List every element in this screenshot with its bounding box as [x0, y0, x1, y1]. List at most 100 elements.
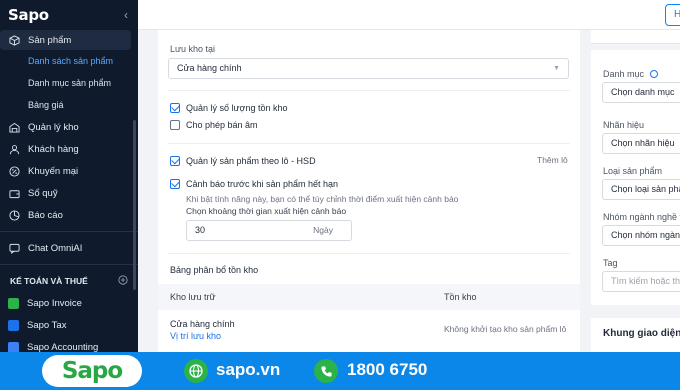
allow-negative-option[interactable]: Cho phép bán âm [170, 120, 258, 130]
sidebar-subitem-product-categories[interactable]: Danh mục sản phẩm [0, 72, 138, 94]
expiry-days-input[interactable]: 30 Ngày [186, 220, 352, 241]
add-lot-link[interactable]: Thêm lô [537, 155, 568, 165]
user-icon [8, 143, 20, 155]
sidebar-item-label: Sapo Accounting [27, 341, 99, 353]
sidebar-item-label: Khuyến mại [28, 165, 79, 177]
sidebar-subitem-price-list[interactable]: Bảng giá [0, 94, 138, 116]
sidebar-item-label: Khách hàng [28, 143, 79, 155]
store-label: Lưu kho tại [170, 44, 216, 54]
tag-label: Tag [603, 258, 618, 268]
frame-card-title: Khung giao diện [603, 328, 680, 339]
days-unit-suffix: Ngày [313, 225, 333, 235]
product-type-label: Loại sản phẩm [603, 166, 663, 176]
sidebar-subitem-product-list[interactable]: Danh sách sản phẩm [0, 50, 138, 72]
sidebar-item-label: Sapo Invoice [27, 297, 82, 309]
website-text: sapo.vn [216, 360, 281, 379]
divider [168, 143, 570, 144]
discount-icon [8, 165, 20, 177]
top-bar [138, 0, 680, 30]
sidebar-item-cashbook[interactable]: Sổ quỹ [0, 182, 138, 204]
chat-icon [8, 242, 20, 254]
column-header-location: Kho lưu trữ [170, 292, 216, 302]
divider [168, 253, 570, 254]
brand-select[interactable]: Chọn nhãn hiệu [602, 133, 680, 154]
category-select[interactable]: Chọn danh mục [602, 82, 680, 103]
expiry-period-label: Chọn khoảng thời gian xuất hiện cảnh báo [186, 206, 347, 216]
sidebar-item-reports[interactable]: Báo cáo [0, 204, 138, 226]
sidebar-divider [0, 264, 138, 265]
sidebar-item-label: Chat OmniAI [28, 242, 83, 254]
sidebar-app-sapo-tax[interactable]: Sapo Tax [0, 314, 138, 336]
hotline-text: 1800 6750 [347, 360, 428, 379]
collapse-sidebar-icon[interactable]: ‹ [124, 8, 128, 22]
expiry-warning-label: Cảnh báo trước khi sản phẩm hết hạn [186, 179, 339, 189]
expiry-warning-checkbox[interactable] [170, 179, 180, 189]
manage-lot-label: Quản lý sản phẩm theo lô - HSD [186, 156, 316, 166]
manage-lot-checkbox[interactable] [170, 156, 180, 166]
top-action-button[interactable]: H [665, 4, 680, 26]
storage-location-link[interactable]: Vị trí lưu kho [170, 331, 221, 341]
add-app-icon[interactable] [118, 275, 128, 287]
category-label: Danh mục [603, 69, 658, 79]
manage-lot-option[interactable]: Quản lý sản phẩm theo lô - HSD [170, 156, 316, 166]
brand-label: Nhãn hiệu [603, 120, 645, 130]
tax-app-icon [8, 319, 19, 331]
frame-card: Khung giao diện [591, 318, 680, 352]
sapo-logo: Sapo [8, 6, 49, 24]
sidebar-item-label: Sản phẩm [28, 34, 72, 46]
sidebar-item-label: Báo cáo [28, 209, 63, 221]
sidebar-header: Sapo ‹ [0, 0, 138, 30]
manage-stock-option[interactable]: Quản lý số lượng tồn kho [170, 103, 287, 113]
allow-negative-label: Cho phép bán âm [186, 120, 258, 130]
sidebar: Sapo ‹ Sản phẩm Danh sách sản phẩm Danh … [0, 0, 138, 353]
industry-label: Nhóm ngành nghề t [603, 212, 680, 222]
warehouse-icon [8, 121, 20, 133]
divider [168, 90, 570, 91]
sidebar-item-promotions[interactable]: Khuyến mại [0, 160, 138, 182]
category-label-text: Danh mục [603, 69, 645, 79]
sidebar-item-label: Sapo Tax [27, 319, 67, 331]
allow-negative-checkbox[interactable] [170, 120, 180, 130]
row-location-name: Cửa hàng chính [170, 319, 235, 329]
report-chart-icon [8, 209, 20, 221]
tag-search-input[interactable]: Tìm kiếm hoặc th [602, 271, 680, 292]
expiry-days-value: 30 [195, 225, 206, 235]
distribution-table-title: Bảng phân bổ tồn kho [170, 265, 259, 275]
sidebar-divider [0, 231, 138, 232]
expiry-warning-option[interactable]: Cảnh báo trước khi sản phẩm hết hạn [170, 179, 338, 189]
info-icon[interactable] [649, 70, 658, 78]
manage-stock-checkbox[interactable] [170, 103, 180, 113]
expiry-hint-text: Khi bật tính năng này, bạn có thể tùy ch… [186, 194, 459, 204]
sidebar-item-label: Sổ quỹ [28, 187, 58, 199]
store-select-value: Cửa hàng chính [177, 63, 242, 73]
sidebar-item-inventory[interactable]: Quản lý kho [0, 116, 138, 138]
industry-select[interactable]: Chọn nhóm ngành [602, 225, 680, 246]
sidebar-item-customers[interactable]: Khách hàng [0, 138, 138, 160]
invoice-app-icon [8, 297, 19, 309]
inventory-settings-card: Lưu kho tại Cửa hàng chính ▼ Quản lý số … [158, 30, 580, 352]
box-icon [8, 34, 20, 46]
sidebar-item-chat-omniai[interactable]: Chat OmniAI [0, 237, 138, 259]
sidebar-item-label: Quản lý kho [28, 121, 79, 133]
accounting-app-icon [8, 341, 19, 353]
globe-icon [184, 359, 208, 383]
manage-stock-label: Quản lý số lượng tồn kho [186, 103, 288, 113]
column-header-stock: Tồn kho [444, 292, 477, 302]
sidebar-item-products[interactable]: Sản phẩm [0, 30, 131, 50]
store-select[interactable]: Cửa hàng chính ▼ [168, 58, 569, 79]
distribution-table-header: Kho lưu trữ Tồn kho [158, 284, 580, 310]
right-panel-top-card [591, 30, 680, 44]
wallet-icon [8, 187, 20, 199]
promo-banner: Sapo sapo.vn 1800 6750 [0, 352, 680, 390]
row-stock-status: Không khởi tạo kho sản phẩm lô [444, 324, 567, 334]
product-classification-panel: Danh mục Chọn danh mục Nhãn hiệu Chọn nh… [591, 50, 680, 305]
chevron-down-icon: ▼ [553, 65, 560, 72]
sidebar-app-sapo-invoice[interactable]: Sapo Invoice [0, 292, 138, 314]
sidebar-scrollbar[interactable] [133, 120, 136, 290]
phone-icon [314, 359, 338, 383]
banner-logo-text: Sapo [61, 358, 123, 384]
section-title: KẾ TOÁN VÀ THUẾ [10, 276, 88, 286]
product-type-select[interactable]: Chọn loại sản phẩ [602, 179, 680, 200]
sidebar-section-accounting: KẾ TOÁN VÀ THUẾ [0, 270, 138, 292]
banner-logo: Sapo [42, 355, 142, 387]
